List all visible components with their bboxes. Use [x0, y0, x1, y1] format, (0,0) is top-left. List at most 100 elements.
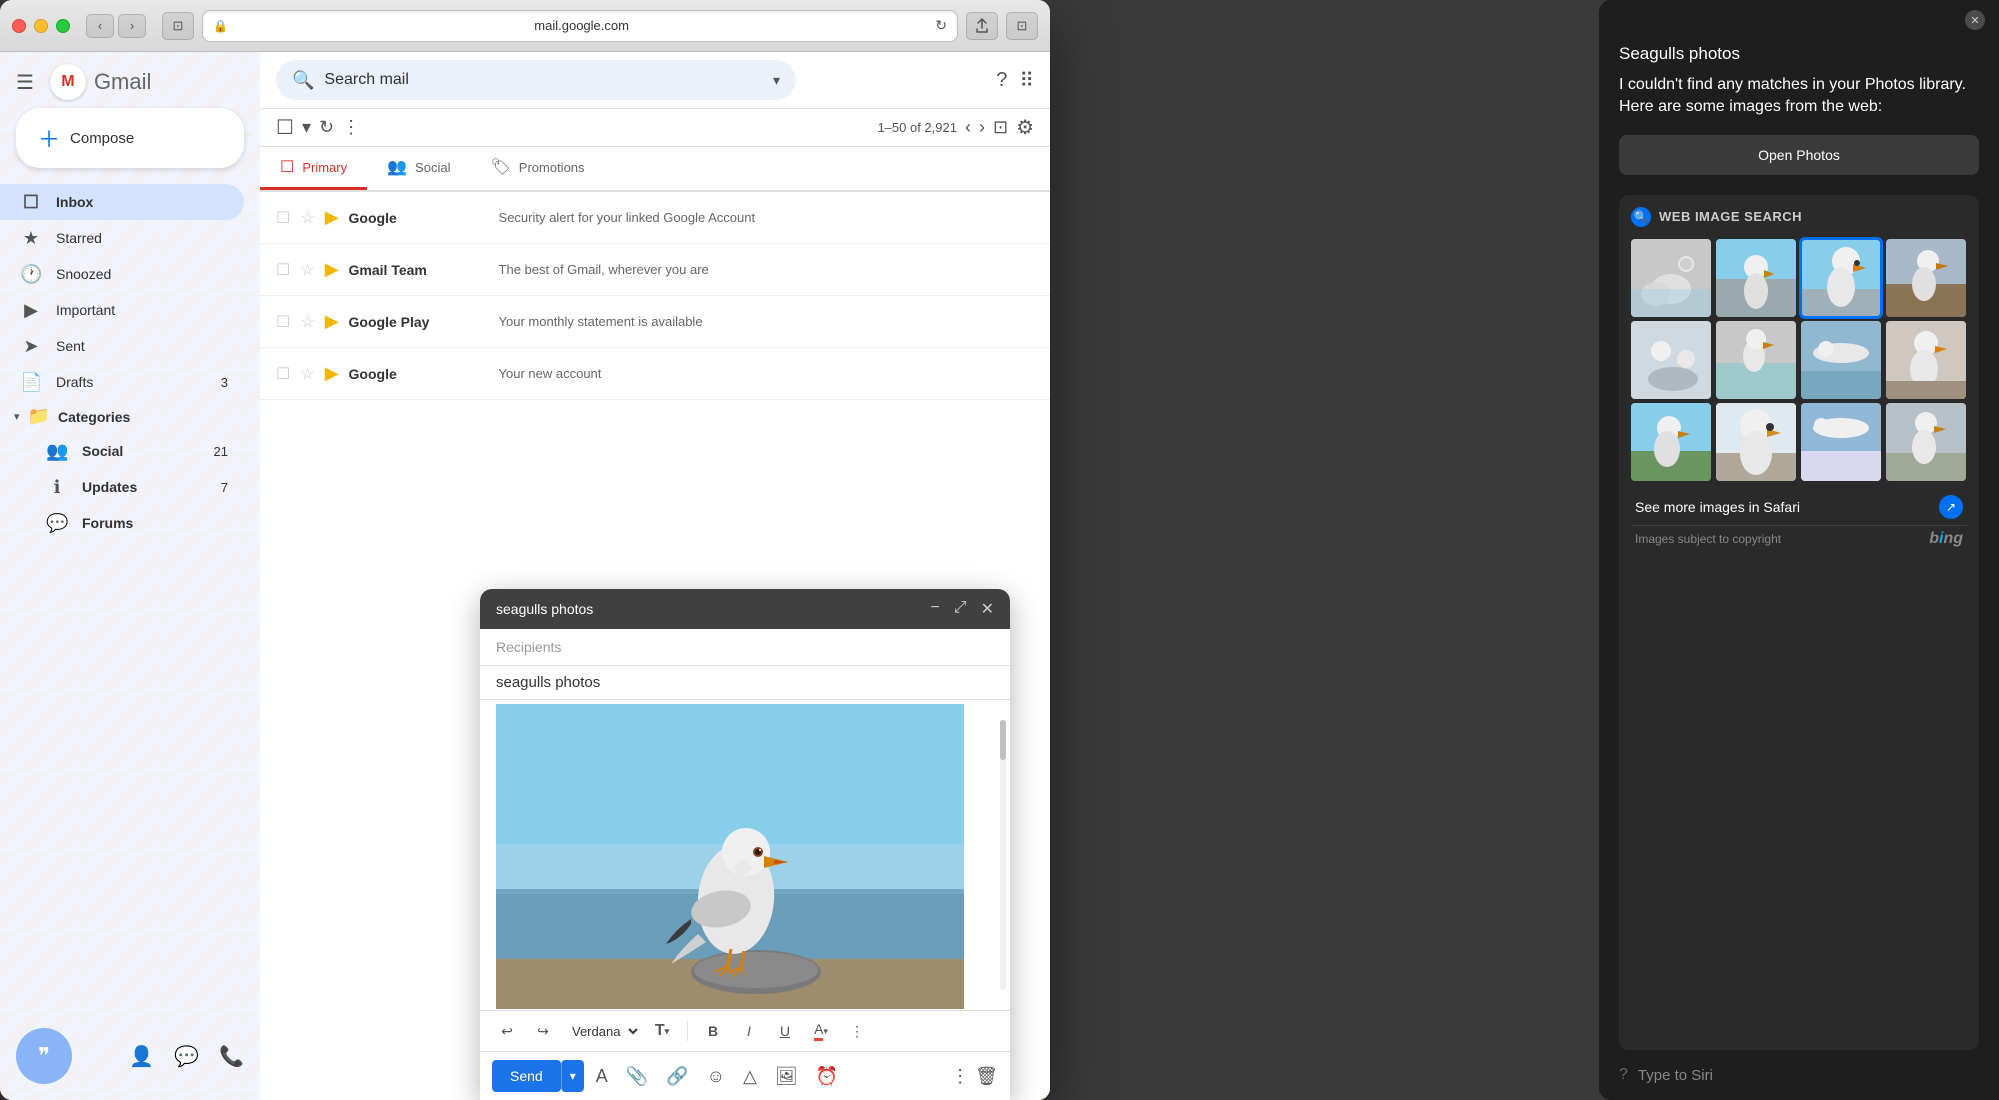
- minimize-button[interactable]: [34, 19, 48, 33]
- image-result-7[interactable]: [1801, 321, 1881, 399]
- image-result-11[interactable]: [1801, 403, 1881, 481]
- search-input[interactable]: Search mail: [324, 71, 763, 89]
- url-bar[interactable]: 🔒 mail.google.com ↻: [202, 10, 958, 42]
- email-row[interactable]: ☐ ☆ ▶ Google Security alert for your lin…: [260, 192, 1050, 244]
- redo-button[interactable]: ↪: [528, 1017, 558, 1045]
- compose-subject-field[interactable]: seagulls photos: [480, 666, 1010, 700]
- menu-icon[interactable]: ☰: [16, 70, 34, 95]
- email-row[interactable]: ☐ ☆ ▶ Google Your new account: [260, 348, 1050, 400]
- next-page-button[interactable]: ›: [979, 117, 985, 138]
- send-button[interactable]: Send: [492, 1060, 561, 1092]
- image-result-3[interactable]: http://michiganexposures.blogspot.com/20…: [1801, 239, 1881, 317]
- compose-expand-button[interactable]: ⤢: [954, 599, 967, 619]
- view-toggle-icon[interactable]: ⊡: [993, 117, 1008, 138]
- categories-toggle[interactable]: ▾ 📁 Categories: [0, 400, 260, 433]
- prev-page-button[interactable]: ‹: [965, 117, 971, 138]
- sidebar-item-important[interactable]: ▶ Important: [0, 292, 244, 328]
- email-checkbox[interactable]: ☐: [276, 208, 290, 228]
- help-icon[interactable]: ?: [996, 69, 1007, 92]
- see-more-safari-icon[interactable]: ↗: [1939, 495, 1963, 519]
- email-star[interactable]: ☆: [300, 260, 314, 280]
- email-checkbox[interactable]: ☐: [276, 364, 290, 384]
- image-result-8[interactable]: [1886, 321, 1966, 399]
- settings-icon[interactable]: ⚙: [1016, 115, 1034, 140]
- phone-icon[interactable]: 📞: [219, 1044, 244, 1069]
- sidebar-item-inbox[interactable]: ☐ Inbox: [0, 184, 244, 220]
- undo-button[interactable]: ↩: [492, 1017, 522, 1045]
- extensions-button[interactable]: ⊡: [1006, 12, 1038, 40]
- format-text-icon[interactable]: A: [590, 1062, 614, 1091]
- compose-button[interactable]: ＋ Compose: [16, 108, 244, 168]
- siri-close-button[interactable]: ✕: [1965, 10, 1985, 30]
- email-row[interactable]: ☐ ☆ ▶ Gmail Team The best of Gmail, wher…: [260, 244, 1050, 296]
- sidebar-item-forums[interactable]: 💬 Forums: [0, 505, 244, 541]
- sidebar-starred-label: Starred: [56, 230, 228, 246]
- sidebar-item-snoozed[interactable]: 🕐 Snoozed: [0, 256, 244, 292]
- tab-primary[interactable]: ☐ Primary: [260, 147, 367, 190]
- schedule-send-icon[interactable]: ⏰: [810, 1062, 844, 1091]
- open-photos-button[interactable]: Open Photos: [1619, 135, 1979, 175]
- sidebar-item-updates[interactable]: ℹ Updates 7: [0, 469, 244, 505]
- tab-social[interactable]: 👥 Social: [367, 147, 470, 190]
- more-options-icon[interactable]: ⋮: [342, 117, 360, 138]
- google-drive-icon[interactable]: △: [737, 1062, 763, 1091]
- search-bar[interactable]: 🔍 Search mail ▾: [276, 60, 796, 100]
- user-avatar[interactable]: ❞: [16, 1028, 72, 1084]
- email-star[interactable]: ☆: [300, 312, 314, 332]
- apps-icon[interactable]: ⠿: [1019, 68, 1034, 93]
- send-dropdown-button[interactable]: ▾: [561, 1060, 584, 1092]
- compose-minimize-button[interactable]: −: [930, 599, 939, 619]
- siri-type-input[interactable]: Type to Siri: [1638, 1067, 1979, 1084]
- refresh-icon[interactable]: ↻: [319, 117, 334, 138]
- back-button[interactable]: ‹: [86, 14, 114, 38]
- search-dropdown-icon[interactable]: ▾: [773, 72, 780, 89]
- compose-recipients-field[interactable]: Recipients: [480, 629, 1010, 666]
- forward-button[interactable]: ›: [118, 14, 146, 38]
- compose-close-button[interactable]: ✕: [981, 599, 994, 619]
- meet-icon[interactable]: 💬: [174, 1044, 199, 1069]
- image-result-12[interactable]: [1886, 403, 1966, 481]
- underline-button[interactable]: U: [770, 1017, 800, 1045]
- email-star[interactable]: ☆: [300, 364, 314, 384]
- tab-view-button[interactable]: ⊡: [162, 12, 194, 40]
- sidebar-item-drafts[interactable]: 📄 Drafts 3: [0, 364, 244, 400]
- share-button[interactable]: [966, 12, 998, 40]
- discard-button[interactable]: 🗑: [975, 1066, 998, 1087]
- sidebar-sent-label: Sent: [56, 338, 228, 354]
- italic-button[interactable]: I: [734, 1017, 764, 1045]
- refresh-button[interactable]: ↻: [935, 17, 947, 34]
- image-result-6[interactable]: [1716, 321, 1796, 399]
- sidebar-item-sent[interactable]: ➤ Sent: [0, 328, 244, 364]
- bold-button[interactable]: B: [698, 1017, 728, 1045]
- image-result-9[interactable]: [1631, 403, 1711, 481]
- font-size-button[interactable]: T▾: [647, 1017, 677, 1045]
- image-result-2[interactable]: [1716, 239, 1796, 317]
- font-family-select[interactable]: Verdana: [564, 1021, 641, 1042]
- siri-question-icon[interactable]: ?: [1619, 1066, 1628, 1084]
- see-more-text[interactable]: See more images in Safari: [1635, 499, 1800, 515]
- email-row[interactable]: ☐ ☆ ▶ Google Play Your monthly statement…: [260, 296, 1050, 348]
- attach-file-icon[interactable]: 📎: [620, 1062, 654, 1091]
- insert-link-icon[interactable]: 🔗: [660, 1062, 694, 1091]
- maximize-button[interactable]: [56, 19, 70, 33]
- image-result-10[interactable]: [1716, 403, 1796, 481]
- tab-promotions[interactable]: 🏷 Promotions: [470, 147, 604, 190]
- more-actions-icon[interactable]: ⋮: [951, 1066, 969, 1087]
- email-checkbox[interactable]: ☐: [276, 312, 290, 332]
- contacts-icon[interactable]: 👤: [129, 1044, 154, 1069]
- image-result-1[interactable]: [1631, 239, 1711, 317]
- select-dropdown-icon[interactable]: ▾: [302, 117, 311, 138]
- sidebar-item-social[interactable]: 👥 Social 21: [0, 433, 244, 469]
- insert-photo-icon[interactable]: 🖼: [769, 1062, 804, 1091]
- insert-emoji-icon[interactable]: ☺: [701, 1062, 731, 1091]
- image-result-5[interactable]: [1631, 321, 1711, 399]
- sidebar-item-starred[interactable]: ★ Starred: [0, 220, 244, 256]
- image-result-4[interactable]: [1886, 239, 1966, 317]
- close-button[interactable]: [12, 19, 26, 33]
- email-star[interactable]: ☆: [300, 208, 314, 228]
- more-formatting-button[interactable]: ⋮: [842, 1017, 872, 1045]
- email-checkbox[interactable]: ☐: [276, 260, 290, 280]
- text-color-button[interactable]: A ▾: [806, 1017, 836, 1045]
- compose-body[interactable]: [480, 700, 1010, 1010]
- select-all-checkbox[interactable]: ☐: [276, 115, 294, 140]
